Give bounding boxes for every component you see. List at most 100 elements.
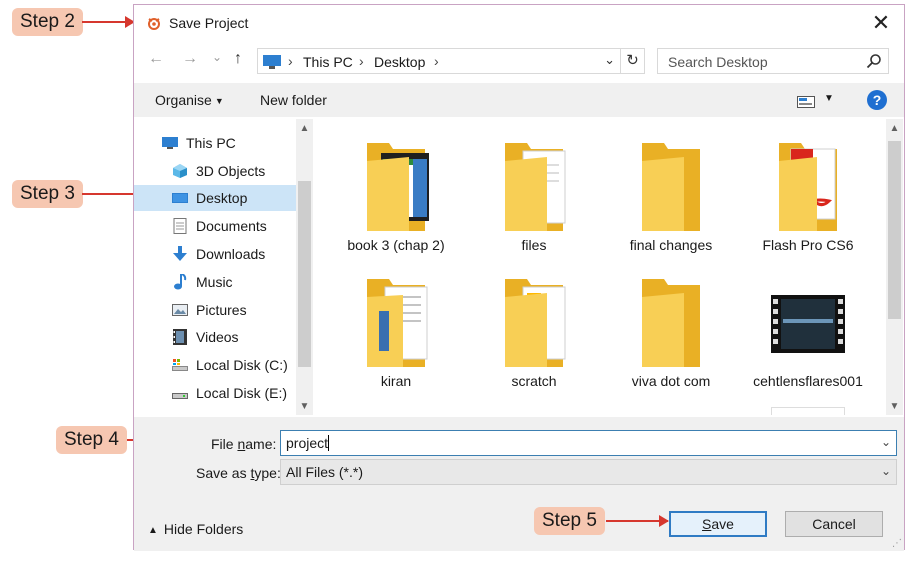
new-folder-button[interactable]: New folder (260, 92, 327, 108)
file-name-input[interactable]: project ⌄ (280, 430, 897, 456)
hide-folders-label: Hide Folders (163, 521, 244, 537)
drive-e-icon (172, 393, 188, 399)
organise-button[interactable]: Organise ▼ (155, 92, 224, 108)
scrollbar-thumb[interactable] (888, 141, 901, 319)
app-icon (148, 18, 160, 30)
save-button[interactable]: Save (669, 511, 767, 537)
file-label: kiran (380, 373, 412, 389)
sidebar-item-label: Downloads (196, 246, 266, 262)
sidebar-item-videos[interactable]: Videos (134, 324, 296, 350)
file-item-partial[interactable] (606, 401, 736, 415)
sidebar-item-label: 3D Objects (196, 163, 266, 179)
chevron-down-icon[interactable]: ⌄ (881, 434, 891, 450)
chevron-down-icon: ⌄ (880, 464, 891, 478)
address-dropdown-icon[interactable]: ⌄ (604, 52, 615, 68)
navigation-bar: ← → ⌄ ↑ › This PC › Desktop › ⌄ ↻ Search… (134, 45, 904, 75)
file-item-scratch[interactable]: scratch (469, 265, 599, 401)
resize-grip-icon[interactable]: ⋰ (892, 538, 902, 549)
save-options-panel: File name: project ⌄ Save as type: All F… (134, 417, 904, 551)
sidebar-item-this-pc[interactable]: This PC (134, 130, 296, 156)
callout-step-3: Step 3 (12, 180, 83, 208)
video-file-icon (771, 295, 845, 353)
view-options-icon[interactable] (797, 96, 815, 108)
save-dialog: Save Project ✕ ← → ⌄ ↑ › This PC › Deskt… (133, 4, 905, 551)
sidebar-item-label: Music (196, 274, 233, 290)
folder-icon (642, 279, 700, 367)
caret-down-icon: ▼ (214, 96, 224, 107)
organise-label: Organise (155, 92, 212, 108)
close-button[interactable]: ✕ (866, 9, 896, 37)
file-item-viva-dot-com[interactable]: viva dot com (606, 265, 736, 401)
sidebar-item-label: Local Disk (C:) (196, 357, 288, 373)
scroll-up-icon[interactable]: ▲ (886, 123, 903, 134)
save-as-type-select[interactable]: All Files (*.*) ⌄ (280, 459, 897, 485)
folder-icon (505, 143, 566, 231)
sidebar-item-desktop[interactable]: Desktop (134, 185, 296, 211)
help-icon[interactable]: ? (867, 90, 887, 110)
folder-icon (367, 279, 428, 367)
cancel-button[interactable]: Cancel (785, 511, 883, 537)
file-item-cehtlensflares001[interactable]: cehtlensflares001 (743, 265, 873, 401)
dialog-title: Save Project (169, 15, 249, 31)
navigation-scrollbar[interactable]: ▲ ▼ (296, 119, 313, 415)
scrollbar-thumb[interactable] (298, 181, 311, 367)
sidebar-item-local-disk-c[interactable]: Local Disk (C:) (134, 352, 296, 378)
breadcrumb-desktop[interactable]: Desktop (374, 54, 425, 70)
breadcrumb-separator: › (288, 53, 293, 69)
scroll-down-icon[interactable]: ▼ (296, 401, 313, 412)
file-item-book-3[interactable]: book 3 (chap 2) (331, 129, 461, 265)
caret-down-icon[interactable]: ▼ (824, 93, 834, 104)
file-item-partial[interactable] (331, 401, 461, 415)
callout-step-2: Step 2 (12, 8, 83, 36)
file-name-label: File name: (211, 436, 277, 452)
command-toolbar: Organise ▼ New folder ▼ ? (134, 83, 904, 117)
file-item-files[interactable]: files (469, 129, 599, 265)
text-cursor (328, 435, 330, 451)
sidebar-item-pictures[interactable]: Pictures (134, 297, 296, 323)
refresh-button[interactable]: ↻ (620, 49, 644, 73)
sidebar-item-music[interactable]: Music (134, 269, 296, 295)
pc-icon (263, 55, 281, 69)
pc-icon (162, 137, 178, 149)
scroll-down-icon[interactable]: ▼ (886, 401, 903, 412)
folder-icon (505, 279, 566, 367)
drive-c-icon (172, 359, 188, 371)
file-label: viva dot com (631, 373, 711, 389)
sidebar-item-local-disk-e[interactable]: Local Disk (E:) (134, 380, 296, 406)
callout-arrow (606, 515, 669, 527)
save-as-type-value: All Files (*.*) (286, 464, 364, 480)
recent-locations-button[interactable]: ⌄ (212, 47, 222, 67)
file-item-kiran[interactable]: kiran (331, 265, 461, 401)
file-view: book 3 (chap 2) files final changes Flas… (316, 119, 886, 415)
file-label: book 3 (chap 2) (347, 237, 445, 253)
file-label: files (521, 237, 547, 253)
callout-step-4: Step 4 (56, 426, 127, 454)
hide-folders-button[interactable]: ▲ Hide Folders (148, 521, 243, 537)
navigation-pane: This PC 3D Objects Desktop Documents Dow… (134, 119, 314, 415)
file-item-final-changes[interactable]: final changes (606, 129, 736, 265)
breadcrumb-this-pc[interactable]: This PC (303, 54, 353, 70)
sidebar-item-3d-objects[interactable]: 3D Objects (134, 158, 296, 184)
search-icon (866, 54, 881, 69)
picture-icon (172, 304, 188, 316)
address-bar[interactable]: › This PC › Desktop › ⌄ ↻ (257, 48, 645, 74)
up-button[interactable]: ↑ (234, 49, 242, 69)
sidebar-item-documents[interactable]: Documents (134, 213, 296, 239)
folder-icon (359, 407, 433, 415)
file-icon (497, 407, 571, 415)
file-item-partial[interactable] (743, 401, 873, 415)
sidebar-item-label: This PC (186, 135, 236, 151)
file-item-flash-pro-cs6[interactable]: Flash Pro CS6 (743, 129, 873, 265)
back-button[interactable]: ← (148, 49, 164, 69)
search-input[interactable]: Search Desktop (657, 48, 889, 74)
file-view-scrollbar[interactable]: ▲ ▼ (886, 119, 903, 415)
folder-icon (779, 143, 837, 231)
forward-button[interactable]: → (182, 49, 198, 69)
scroll-up-icon[interactable]: ▲ (296, 123, 313, 134)
callout-step-5: Step 5 (534, 507, 605, 535)
file-icon (771, 407, 845, 415)
sidebar-item-downloads[interactable]: Downloads (134, 241, 296, 267)
file-item-partial[interactable] (469, 401, 599, 415)
video-icon (173, 329, 187, 345)
file-label: final changes (629, 237, 713, 253)
